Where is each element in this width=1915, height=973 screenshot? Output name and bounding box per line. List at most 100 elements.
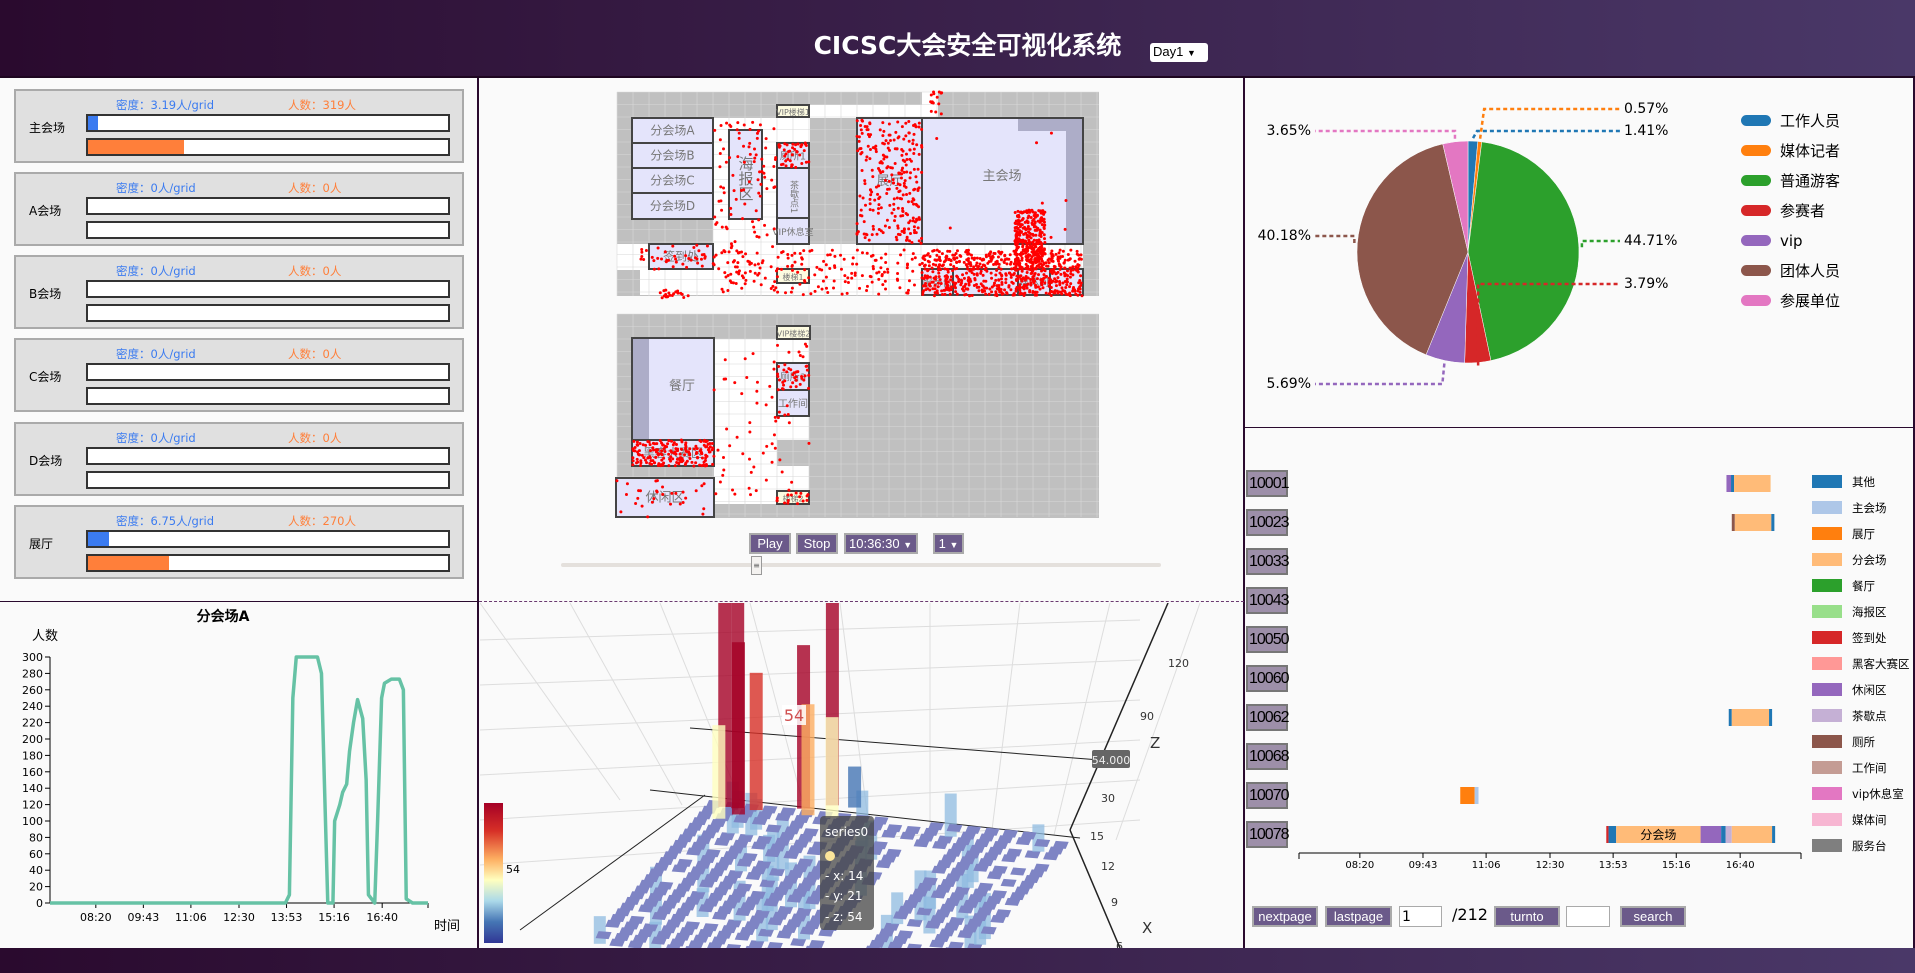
last-page-button[interactable]: lastpage <box>1325 906 1392 927</box>
person-dot <box>868 208 872 212</box>
person-dot <box>916 188 920 192</box>
person-dot <box>1034 233 1038 237</box>
bar-3d <box>977 882 994 891</box>
density-3d-bar-chart[interactable]: 54 54.000 Z X 120 90 30 15 12 9 6 54 series0 - x: 14 -… <box>479 603 1243 948</box>
person-dot <box>930 101 934 105</box>
person-dot <box>741 276 745 280</box>
person-dot <box>735 128 739 132</box>
person-dot <box>874 150 878 154</box>
person-dot <box>694 461 698 465</box>
person-dot <box>1014 219 1018 223</box>
pie-leader-line <box>1471 129 1620 139</box>
speed-select[interactable]: 1 ▼ <box>933 533 964 554</box>
person-dot <box>1035 214 1039 218</box>
time-slider-handle[interactable]: ≡ <box>751 556 762 575</box>
person-dot <box>688 447 692 451</box>
search-input[interactable] <box>1566 906 1610 927</box>
person-dot <box>893 161 897 165</box>
venue-count-text: 人数：0人 <box>288 181 342 195</box>
person-dot <box>892 207 896 211</box>
person-dot <box>777 143 781 147</box>
person-dot <box>755 235 759 239</box>
pie-label: 0.57% <box>1624 101 1668 117</box>
person-dot <box>688 457 692 461</box>
person-dot <box>1079 253 1083 257</box>
person-dot <box>1029 277 1033 281</box>
person-dot <box>997 283 1001 287</box>
person-dot <box>936 285 940 289</box>
person-dot <box>824 263 828 267</box>
person-dot <box>882 270 886 274</box>
play-button[interactable]: Play <box>749 533 791 554</box>
person-dot <box>1003 253 1007 257</box>
legend-label: 工作间 <box>1852 761 1887 775</box>
turnto-button[interactable]: turnto <box>1494 906 1560 927</box>
page-input[interactable]: 1 <box>1399 906 1442 927</box>
timeline-segment <box>1731 709 1770 726</box>
person-dot <box>711 262 715 266</box>
y-tick-label: 200 <box>22 733 43 746</box>
bar-3d-tall <box>848 766 862 808</box>
person-dot <box>886 270 890 274</box>
page-total: /212 <box>1452 905 1488 924</box>
person-dot <box>676 447 680 451</box>
person-dot <box>666 442 670 446</box>
person-dot <box>927 283 931 287</box>
floor-map[interactable]: 分会场A分会场B分会场C分会场D海报区VIP楼梯1厕所1茶歇点1VIP休息室签到… <box>479 80 1243 600</box>
person-dot <box>889 166 893 170</box>
person-dot <box>946 275 950 279</box>
person-dot <box>748 262 752 266</box>
person-dot <box>743 202 747 206</box>
person-dot <box>702 507 706 511</box>
legend-label: 团体人员 <box>1780 262 1840 280</box>
person-dot <box>902 137 906 141</box>
person-dot <box>855 248 859 252</box>
person-dot <box>915 180 919 184</box>
person-dot <box>860 214 864 218</box>
person-dot <box>700 264 704 268</box>
person-dot <box>683 453 687 457</box>
person-dot <box>926 269 930 273</box>
person-dot <box>1058 279 1062 283</box>
legend-swatch <box>1812 605 1842 618</box>
person-dot <box>737 136 741 140</box>
person-dot <box>635 440 639 444</box>
person-dot <box>801 293 805 297</box>
person-dot <box>720 287 724 291</box>
person-dot <box>873 198 877 202</box>
person-dot <box>679 291 683 295</box>
visualmap-bar <box>484 803 503 943</box>
person-dot <box>830 248 834 252</box>
person-dot <box>883 178 887 182</box>
stop-button[interactable]: Stop <box>796 533 838 554</box>
person-dot <box>660 257 664 261</box>
person-dot <box>660 458 664 462</box>
person-dot <box>881 170 885 174</box>
x-tick-label: 15:16 <box>1662 860 1691 871</box>
next-page-button[interactable]: nextpage <box>1252 906 1318 927</box>
person-dot <box>939 112 943 116</box>
person-dot <box>1063 274 1067 278</box>
search-button[interactable]: search <box>1620 906 1686 927</box>
person-dot <box>1039 250 1043 254</box>
person-dot <box>724 275 728 279</box>
time-select[interactable]: 10:36:30 ▼ <box>844 533 918 554</box>
row-id-label: 10050 <box>1246 626 1290 653</box>
legend-label: 普通游客 <box>1780 172 1840 190</box>
person-dot <box>656 246 660 250</box>
person-dot <box>670 491 674 495</box>
person-dot <box>669 502 673 506</box>
time-slider-track[interactable] <box>561 563 1161 567</box>
y-tick-label: 180 <box>22 749 43 762</box>
person-dot <box>763 223 767 227</box>
person-dot <box>1000 282 1004 286</box>
person-dot <box>763 175 767 179</box>
day-select[interactable]: Day1 ▼ <box>1150 43 1208 62</box>
person-dot <box>861 119 865 123</box>
person-dot <box>914 175 918 179</box>
person-dot <box>866 128 870 132</box>
person-dot <box>877 207 881 211</box>
bar-3d <box>1052 840 1069 849</box>
person-dot <box>1040 201 1044 205</box>
person-dot <box>967 261 971 265</box>
